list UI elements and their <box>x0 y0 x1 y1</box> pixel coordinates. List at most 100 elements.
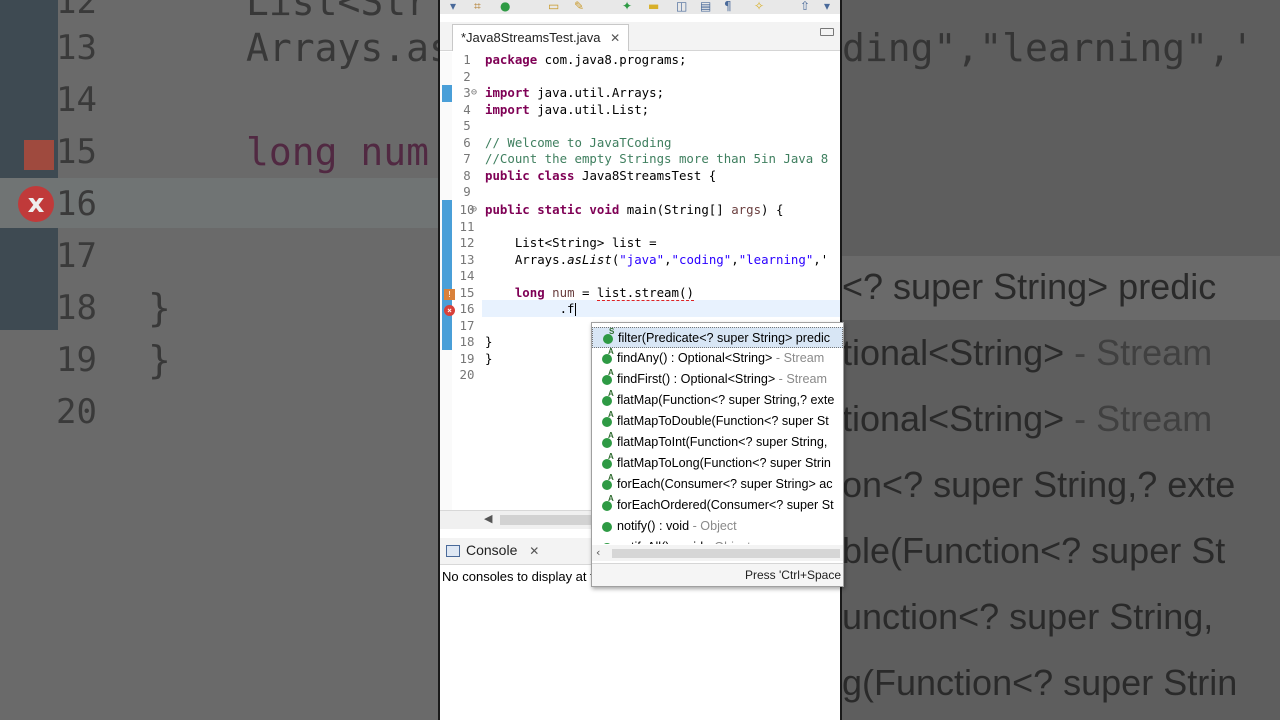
proposal-findany[interactable]: AfindAny() : Optional<String> - Stream <box>592 347 843 369</box>
background-assist-text: unction<? super String, <box>842 596 1214 637</box>
line-number: 19 <box>459 350 475 366</box>
line-number: 17 <box>459 317 475 333</box>
up-arrow-icon[interactable]: ⇧ <box>800 0 812 12</box>
line-number: 8 <box>463 167 471 183</box>
line-number: 10 <box>459 202 475 217</box>
background-line-number: 16 <box>56 184 97 224</box>
proposal-foreach[interactable]: AforEach(Consumer<? super String> ac <box>592 473 843 495</box>
background-assist-text: g(Function<? super Strin <box>842 662 1238 703</box>
background-code-text: long num <box>246 130 430 174</box>
public-method-icon: A <box>602 368 614 385</box>
dropdown-arrow-icon[interactable]: ▾ <box>450 0 462 12</box>
background-line-number: 13 <box>56 28 97 68</box>
line-number: 13 <box>459 251 475 267</box>
popup-horizontal-scrollbar[interactable]: ‹ <box>592 545 843 561</box>
scrollbar-thumb[interactable] <box>500 515 596 525</box>
background-assist-text: ble(Function<? super St <box>842 530 1226 571</box>
code-line: public class Java8StreamsTest { <box>485 167 717 183</box>
proposal-flatmaptolong[interactable]: AflatMapToLong(Function<? super Strin <box>592 452 843 474</box>
proposal-filter[interactable]: Sfilter(Predicate<? super String> predic <box>592 327 843 348</box>
proposal-findfirst[interactable]: AfindFirst() : Optional<String> - Stream <box>592 368 843 390</box>
content-assist-popup: Sfilter(Predicate<? super String> predic… <box>591 322 844 587</box>
code-line: import java.util.Arrays; <box>485 85 665 100</box>
editor-tab-java8streamstest[interactable]: *Java8StreamsTest.java ✕ <box>452 24 630 51</box>
debug-icon[interactable]: ✦ <box>622 0 634 12</box>
code-line: import java.util.List; <box>485 101 650 117</box>
fold-icon[interactable]: ⊖ <box>471 85 477 102</box>
background-warning-icon <box>24 140 54 170</box>
line-number: 14 <box>459 268 475 283</box>
pencil-icon[interactable]: ✎ <box>574 0 586 12</box>
run-icon[interactable]: ● <box>500 0 512 12</box>
line-number: 3 <box>463 85 471 100</box>
open-folder-icon[interactable]: ▭ <box>548 0 560 12</box>
line-number: 6 <box>463 134 471 150</box>
proposal-foreachordered[interactable]: AforEachOrdered(Consumer<? super St <box>592 494 843 516</box>
background-code-text: List<Str <box>246 0 430 24</box>
line-number: 2 <box>463 68 471 84</box>
background-assist-text: on<? super String,? exte <box>842 464 1236 505</box>
public-method-icon: S <box>603 327 614 344</box>
fold-icon[interactable]: ⊖ <box>471 202 477 219</box>
background-line-number: 20 <box>56 392 97 432</box>
editor-tab-strip: *Java8StreamsTest.java ✕ <box>440 22 840 51</box>
scrollbar-thumb[interactable] <box>612 549 840 558</box>
dropdown-arrow-icon[interactable]: ▾ <box>824 0 836 12</box>
proposal-flatmaptoint[interactable]: AflatMapToInt(Function<? super String, <box>592 431 843 453</box>
background-assist-text: tional<String> - Stream <box>842 332 1213 373</box>
code-line: package com.java8.programs; <box>485 52 687 67</box>
console-tab[interactable]: Console ✕ <box>446 542 539 558</box>
background-assist-text: <? super String> predic <box>842 266 1217 307</box>
public-method-icon: A <box>602 473 614 490</box>
public-method-icon: A <box>602 347 614 364</box>
line-number: 12 <box>459 235 475 250</box>
code-comment: // Welcome to JavaTCoding <box>485 134 672 150</box>
line-number: 20 <box>459 367 475 382</box>
background-code-text: } <box>148 286 171 330</box>
console-tab-label: Console <box>466 542 518 558</box>
proposal-notify[interactable]: notify() : void - Object <box>592 516 843 537</box>
background-line-number: 18 <box>56 288 97 328</box>
tab-title: *Java8StreamsTest.java <box>461 30 601 45</box>
line-number: 18 <box>459 334 475 349</box>
public-method-icon: A <box>602 389 614 406</box>
toggle-icon[interactable]: ◫ <box>676 0 688 12</box>
outline-icon[interactable]: ▤ <box>700 0 712 12</box>
background-zoom-left: x 12 13 14 15 16 17 18 19 20 List<Str Ar… <box>0 0 438 720</box>
background-assist-text: tional<String> - Stream <box>842 398 1213 439</box>
background-line-number: 14 <box>56 80 97 120</box>
proposal-flatmap[interactable]: AflatMap(Function<? super String,? exte <box>592 389 843 411</box>
code-line: .f <box>485 301 576 316</box>
public-method-icon: A <box>602 410 614 427</box>
line-number: 9 <box>463 184 471 199</box>
code-line: } <box>485 334 493 349</box>
package-icon[interactable]: ⌗ <box>474 0 486 12</box>
popup-status-text: Press 'Ctrl+Space <box>745 568 841 582</box>
minimize-icon[interactable] <box>820 28 834 36</box>
scroll-left-icon[interactable]: ◀ <box>484 512 492 525</box>
main-toolbar: ▾ ⌗ ● ▭ ✎ ✦ ▬ ◫ ▤ ¶ ✧ ⇧ ▾ <box>440 0 840 14</box>
public-method-icon: A <box>602 452 614 469</box>
close-icon[interactable]: ✕ <box>610 25 620 51</box>
pilcrow-icon[interactable]: ¶ <box>724 0 736 12</box>
public-method-icon <box>602 521 612 532</box>
console-message: No consoles to display at t <box>442 569 594 584</box>
code-line: Arrays.asList("java","coding","learning"… <box>485 251 829 267</box>
background-error-icon: x <box>18 186 54 222</box>
background-code-text: } <box>148 338 171 382</box>
public-method-icon: A <box>602 494 614 511</box>
annotation-icon[interactable]: ✧ <box>754 0 766 12</box>
code-line: public static void main(String[] args) { <box>485 202 784 217</box>
highlight-icon[interactable]: ▬ <box>648 0 660 12</box>
close-icon[interactable]: ✕ <box>529 544 539 558</box>
background-line-number: 12 <box>56 0 97 22</box>
line-number: 5 <box>463 118 471 133</box>
public-method-icon: A <box>602 431 614 448</box>
proposal-flatmaptodouble[interactable]: AflatMapToDouble(Function<? super St <box>592 410 843 432</box>
line-number: 15 <box>459 284 475 300</box>
popup-status-bar: Press 'Ctrl+Space <box>592 563 843 586</box>
line-number: 4 <box>463 101 471 117</box>
code-line: List<String> list = <box>485 235 657 250</box>
line-number: 11 <box>459 218 475 234</box>
scroll-left-icon[interactable]: ‹ <box>596 546 600 559</box>
